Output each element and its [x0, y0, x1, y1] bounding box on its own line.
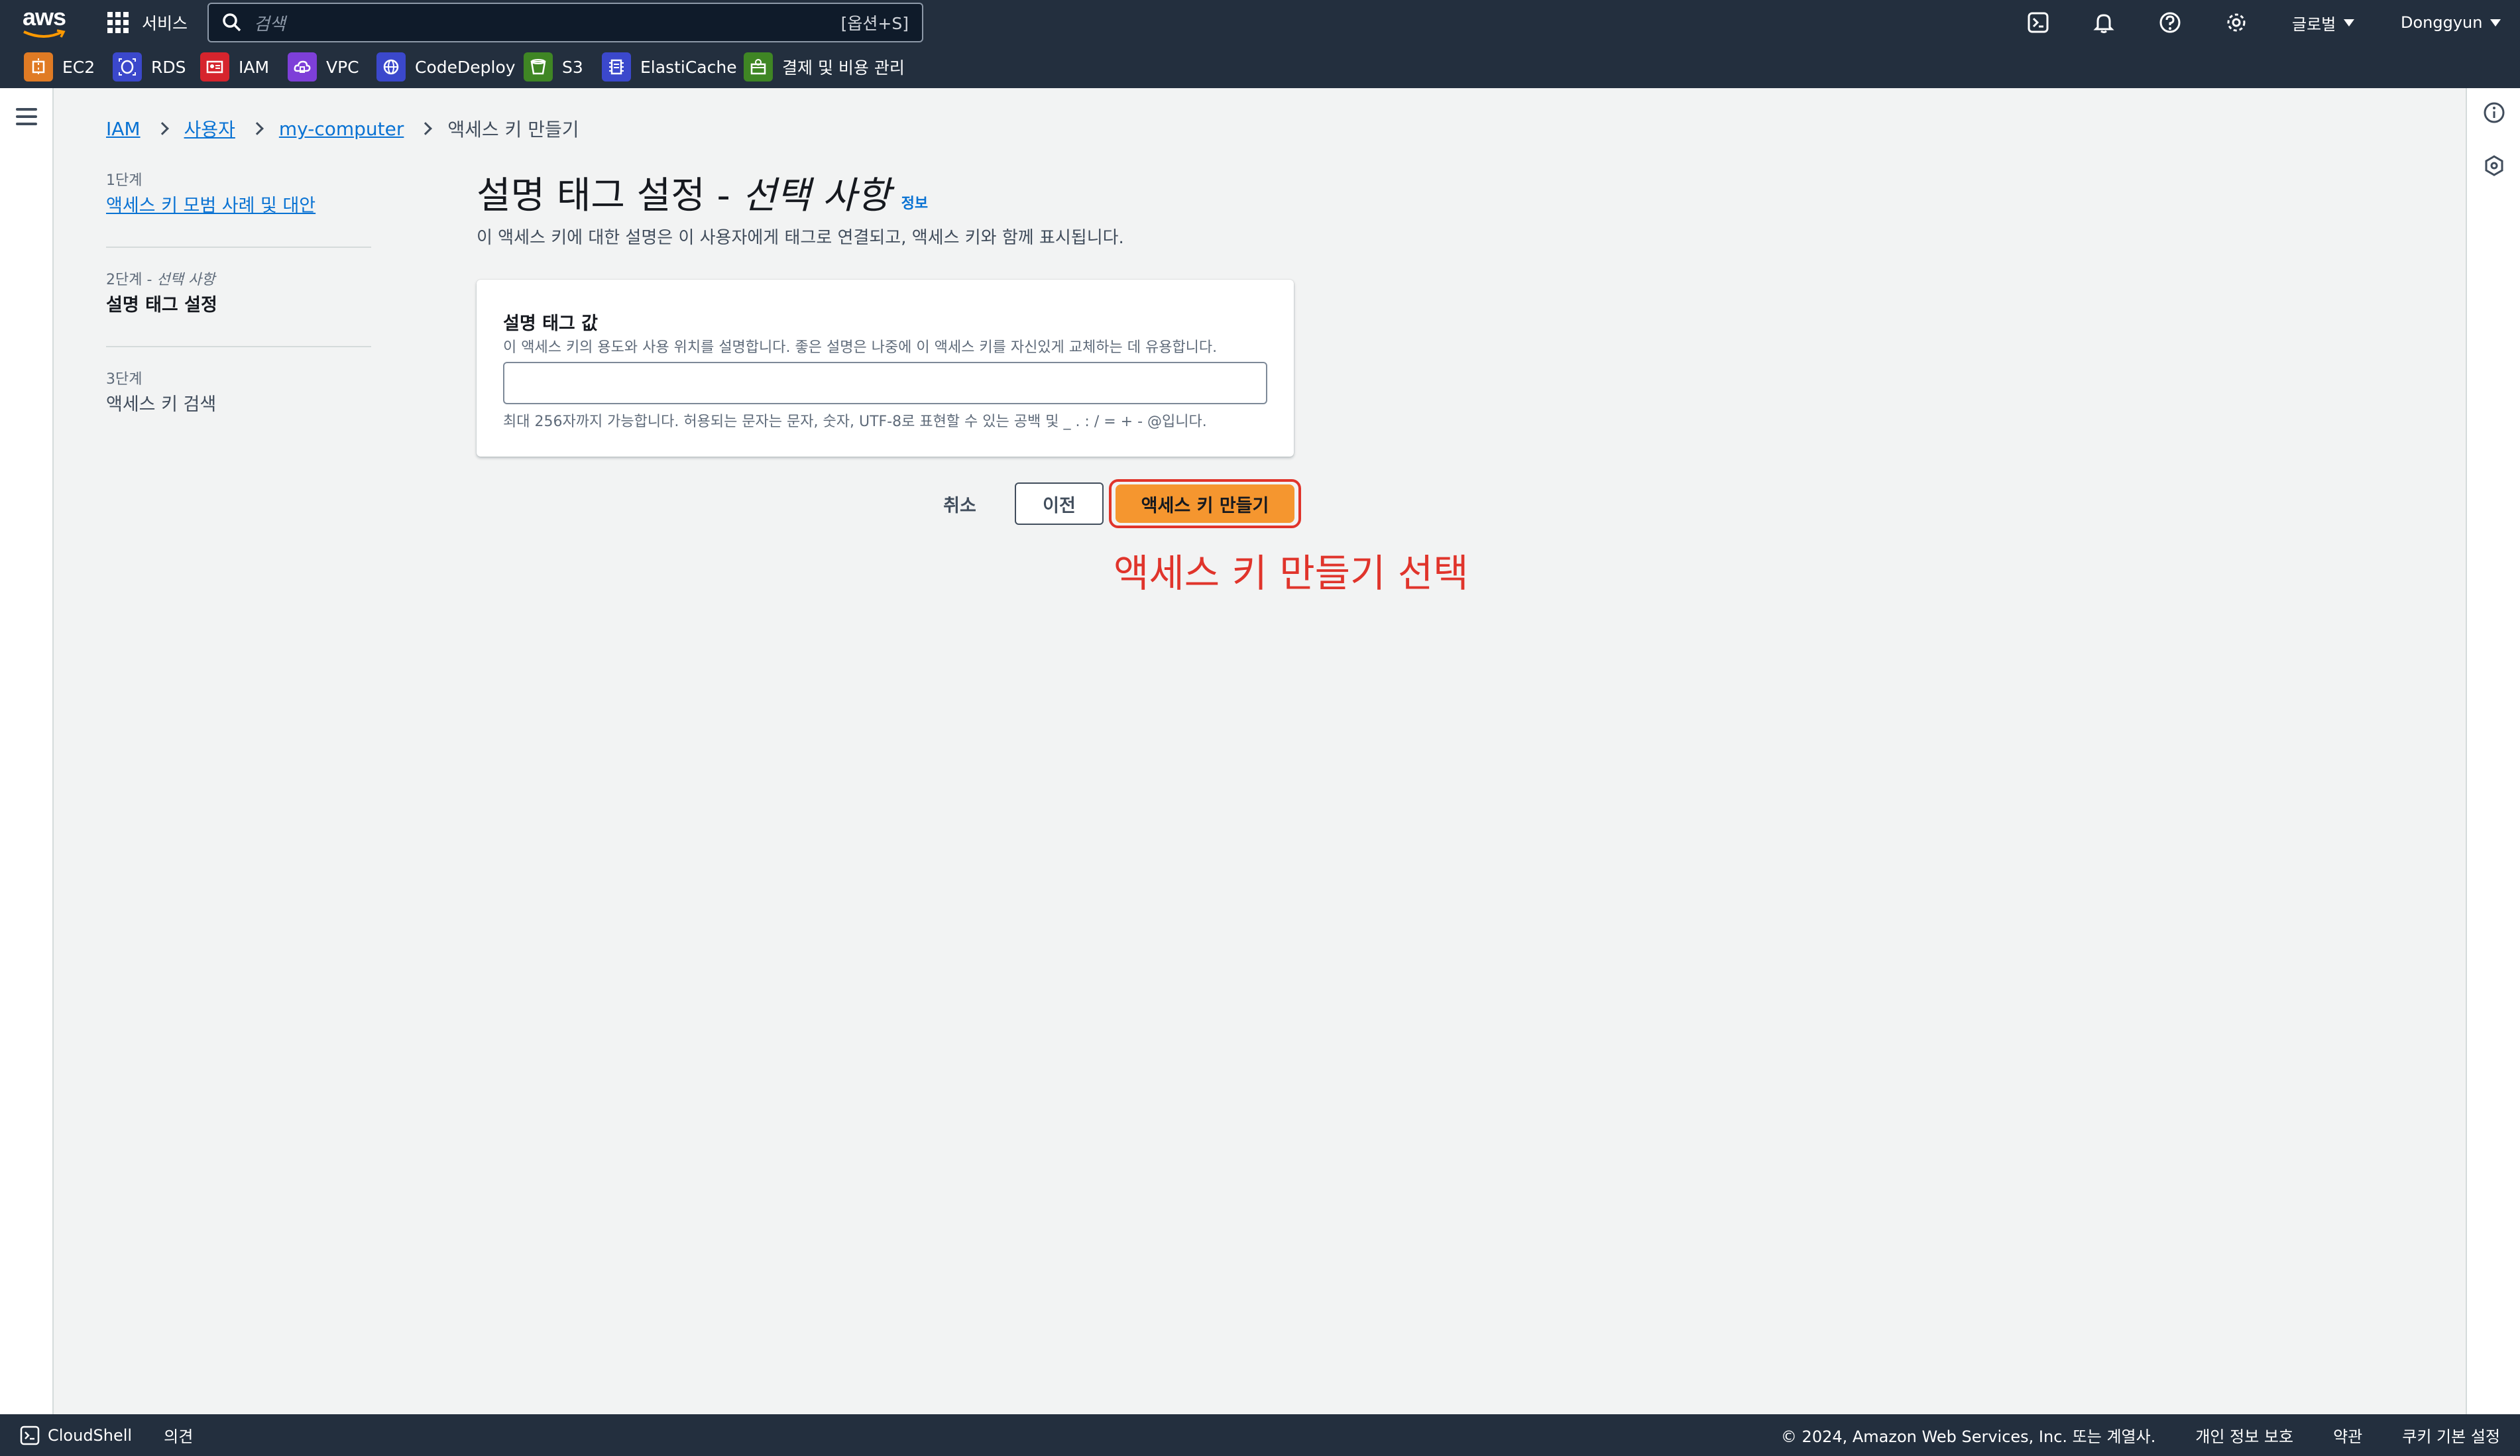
services-label: 서비스	[142, 14, 188, 33]
step-number: 2단계 - 선택 사항	[106, 272, 215, 288]
elasticache-icon	[602, 52, 631, 82]
chevron-right-icon	[155, 122, 169, 135]
favorite-label: RDS	[151, 57, 186, 77]
favorite-label: EC2	[62, 57, 95, 77]
search-icon	[223, 13, 241, 32]
cancel-button[interactable]: 취소	[928, 484, 992, 524]
favorite-label: ElastiCache	[640, 57, 737, 77]
help-icon	[2157, 10, 2183, 35]
field-description: 이 액세스 키의 용도와 사용 위치를 설명합니다. 좋은 설명은 나중에 이 …	[503, 339, 1218, 356]
copyright-text: © 2024, Amazon Web Services, Inc. 또는 계열사…	[1780, 1428, 2156, 1446]
step-number-text: 2단계	[106, 272, 143, 288]
favorite-label: CodeDeploy	[415, 57, 516, 77]
step-1: 1단계 액세스 키 모범 사례 및 대안	[106, 168, 371, 248]
terms-link[interactable]: 약관	[2333, 1424, 2362, 1447]
favorite-vpc[interactable]: VPC	[288, 52, 359, 82]
search-shortcut: [옵션+S]	[840, 14, 909, 33]
chevron-right-icon	[250, 122, 264, 135]
region-selector[interactable]: 글로벌	[2292, 0, 2355, 45]
page-description: 이 액세스 키에 대한 설명은 이 사용자에게 태그로 연결되고, 액세스 키와…	[477, 228, 1124, 248]
aws-smile-icon	[23, 29, 66, 38]
favorite-label: IAM	[239, 57, 270, 77]
chevron-right-icon	[419, 122, 433, 135]
step-optional: 선택 사항	[156, 272, 215, 288]
favorite-label: VPC	[326, 57, 359, 77]
iam-icon	[200, 52, 229, 82]
favorite-label: 결제 및 비용 관리	[782, 58, 905, 78]
account-menu[interactable]: Donggyun	[2401, 0, 2501, 45]
info-circle-icon[interactable]	[2483, 101, 2505, 124]
search-placeholder: 검색	[254, 14, 286, 34]
info-link[interactable]: 정보	[901, 192, 928, 213]
notifications-button[interactable]	[2091, 0, 2116, 45]
wizard-steps: 1단계 액세스 키 모범 사례 및 대안 2단계 - 선택 사항 설명 태그 설…	[106, 168, 371, 416]
favorite-iam[interactable]: IAM	[200, 52, 269, 82]
terminal-icon	[2026, 10, 2051, 35]
step-3: 3단계 액세스 키 검색	[106, 347, 371, 416]
cloudshell-button[interactable]: CloudShell	[20, 1426, 132, 1445]
cookie-preferences-link[interactable]: 쿠키 기본 설정	[2402, 1424, 2500, 1447]
billing-icon	[744, 52, 773, 82]
field-label: 설명 태그 값	[503, 313, 598, 334]
breadcrumb-iam[interactable]: IAM	[106, 118, 141, 140]
top-navigation: aws 서비스 검색 [옵션+S] 글로벌 Donggyun EC2 RDS I…	[0, 0, 2520, 88]
services-menu-button[interactable]: 서비스	[107, 9, 188, 36]
region-label: 글로벌	[2292, 15, 2336, 34]
breadcrumb-current: 액세스 키 만들기	[447, 119, 579, 140]
feedback-link[interactable]: 의견	[164, 1424, 193, 1447]
aws-logo[interactable]: aws	[23, 5, 69, 40]
codedeploy-icon	[376, 52, 406, 82]
step-1-link[interactable]: 액세스 키 모범 사례 및 대안	[106, 191, 371, 217]
step-number: 1단계	[106, 172, 143, 189]
caret-down-icon	[2344, 19, 2355, 27]
page-title: 설명 태그 설정 - 선택 사항 정보	[477, 166, 928, 219]
favorite-elasticache[interactable]: ElastiCache	[602, 52, 737, 82]
s3-icon	[524, 52, 553, 82]
step-2-label: 설명 태그 설정	[106, 295, 217, 315]
help-button[interactable]	[2157, 0, 2183, 45]
vpc-icon	[288, 52, 317, 82]
aws-logo-text: aws	[23, 3, 66, 30]
rds-icon	[113, 52, 142, 82]
breadcrumb: IAM 사용자 my-computer 액세스 키 만들기	[106, 115, 579, 142]
create-access-key-button[interactable]: 액세스 키 만들기	[1116, 484, 1294, 523]
hexagon-icon[interactable]	[2483, 154, 2505, 177]
privacy-link[interactable]: 개인 정보 보호	[2195, 1424, 2293, 1447]
settings-button[interactable]	[2224, 0, 2249, 45]
favorite-codedeploy[interactable]: CodeDeploy	[376, 52, 516, 82]
caret-down-icon	[2490, 19, 2501, 27]
gear-icon	[2224, 10, 2249, 35]
breadcrumb-users[interactable]: 사용자	[184, 115, 235, 142]
hamburger-menu-icon[interactable]	[16, 108, 37, 130]
step-3-label: 액세스 키 검색	[106, 394, 217, 415]
footer: CloudShell 의견 © 2024, Amazon Web Service…	[0, 1414, 2520, 1456]
side-navigation-rail	[0, 88, 54, 1414]
annotation-text: 액세스 키 만들기 선택	[1114, 551, 1469, 596]
description-tag-input[interactable]	[503, 362, 1267, 404]
previous-button[interactable]: 이전	[1015, 482, 1104, 525]
ec2-icon	[24, 52, 53, 82]
step-2: 2단계 - 선택 사항 설명 태그 설정	[106, 248, 371, 347]
field-constraint: 최대 256자까지 가능합니다. 허용되는 문자는 문자, 숫자, UTF-8로…	[503, 414, 1207, 430]
description-tag-card: 설명 태그 값 이 액세스 키의 용도와 사용 위치를 설명합니다. 좋은 설명…	[477, 280, 1294, 457]
page-title-optional: 선택 사항	[742, 174, 891, 217]
favorite-ec2[interactable]: EC2	[24, 52, 95, 82]
favorite-billing[interactable]: 결제 및 비용 관리	[744, 52, 905, 82]
favorites-bar: EC2 RDS IAM VPC CodeDeploy S3 ElastiCach…	[0, 46, 2520, 88]
cloudshell-label: CloudShell	[48, 1426, 133, 1445]
breadcrumb-user[interactable]: my-computer	[279, 118, 404, 140]
bell-icon	[2091, 10, 2116, 35]
favorite-rds[interactable]: RDS	[113, 52, 186, 82]
favorite-s3[interactable]: S3	[524, 52, 583, 82]
username: Donggyun	[2401, 13, 2483, 32]
tools-rail	[2466, 88, 2520, 1414]
page-title-text: 설명 태그 설정 -	[477, 174, 730, 217]
cloudshell-nav-button[interactable]	[2026, 0, 2051, 45]
top-nav-row: aws 서비스 검색 [옵션+S] 글로벌 Donggyun	[0, 0, 2520, 45]
search-input[interactable]: 검색 [옵션+S]	[207, 3, 923, 42]
step-number: 3단계	[106, 371, 143, 388]
terminal-icon	[20, 1426, 40, 1445]
favorite-label: S3	[562, 57, 583, 77]
grid-icon	[107, 12, 129, 33]
